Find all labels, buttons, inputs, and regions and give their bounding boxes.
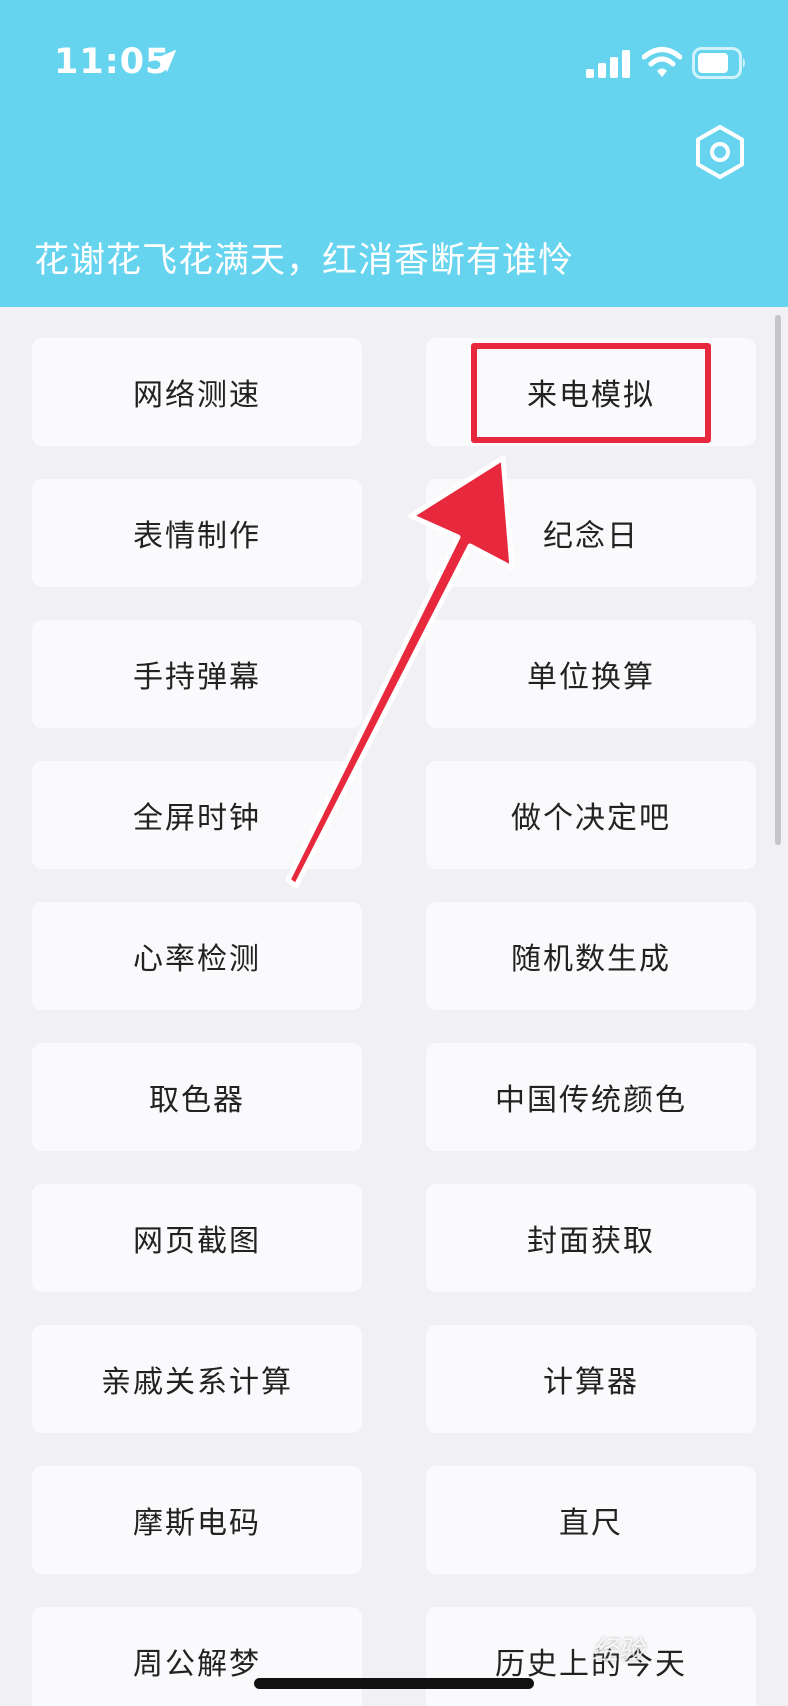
header-slogan: 花谢花飞花满天，红消香断有谁怜	[34, 241, 575, 281]
home-indicator[interactable]	[254, 1678, 534, 1689]
tool-heart-rate[interactable]: 心率检测	[32, 902, 362, 1010]
tool-anniversary[interactable]: 纪念日	[426, 479, 756, 587]
tool-webpage-screenshot[interactable]: 网页截图	[32, 1184, 362, 1292]
tool-today-in-history[interactable]: 历史上的今天	[426, 1607, 756, 1706]
tool-relative-calculator[interactable]: 亲戚关系计算	[32, 1325, 362, 1433]
settings-hexagon-icon[interactable]	[692, 124, 748, 180]
tool-random-number[interactable]: 随机数生成	[426, 902, 756, 1010]
tool-emoji-maker[interactable]: 表情制作	[32, 479, 362, 587]
battery-icon	[692, 47, 745, 79]
tool-color-picker[interactable]: 取色器	[32, 1043, 362, 1151]
tool-calculator[interactable]: 计算器	[426, 1325, 756, 1433]
tool-ruler[interactable]: 直尺	[426, 1466, 756, 1574]
watermark: 经验	[592, 1636, 645, 1666]
scrollbar[interactable]	[775, 315, 781, 845]
app-header: 11:05 花谢花飞花满天，红消香断有谁怜	[0, 0, 788, 307]
cellular-signal-icon	[586, 50, 630, 78]
tool-dream-interpretation[interactable]: 周公解梦	[32, 1607, 362, 1706]
location-arrow-icon	[153, 49, 177, 73]
tool-chinese-colors[interactable]: 中国传统颜色	[426, 1043, 756, 1151]
tool-morse-code[interactable]: 摩斯电码	[32, 1466, 362, 1574]
tools-grid: 网络测速 来电模拟 表情制作 纪念日 手持弹幕 单位换算 全屏时钟 做个决定吧 …	[0, 307, 788, 1706]
tool-fullscreen-clock[interactable]: 全屏时钟	[32, 761, 362, 869]
tool-network-speed-test[interactable]: 网络测速	[32, 338, 362, 446]
tool-unit-converter[interactable]: 单位换算	[426, 620, 756, 728]
tool-handheld-danmaku[interactable]: 手持弹幕	[32, 620, 362, 728]
tool-cover-fetch[interactable]: 封面获取	[426, 1184, 756, 1292]
tool-incoming-call-simulator[interactable]: 来电模拟	[426, 338, 756, 446]
wifi-icon	[642, 47, 682, 77]
tool-decision-maker[interactable]: 做个决定吧	[426, 761, 756, 869]
